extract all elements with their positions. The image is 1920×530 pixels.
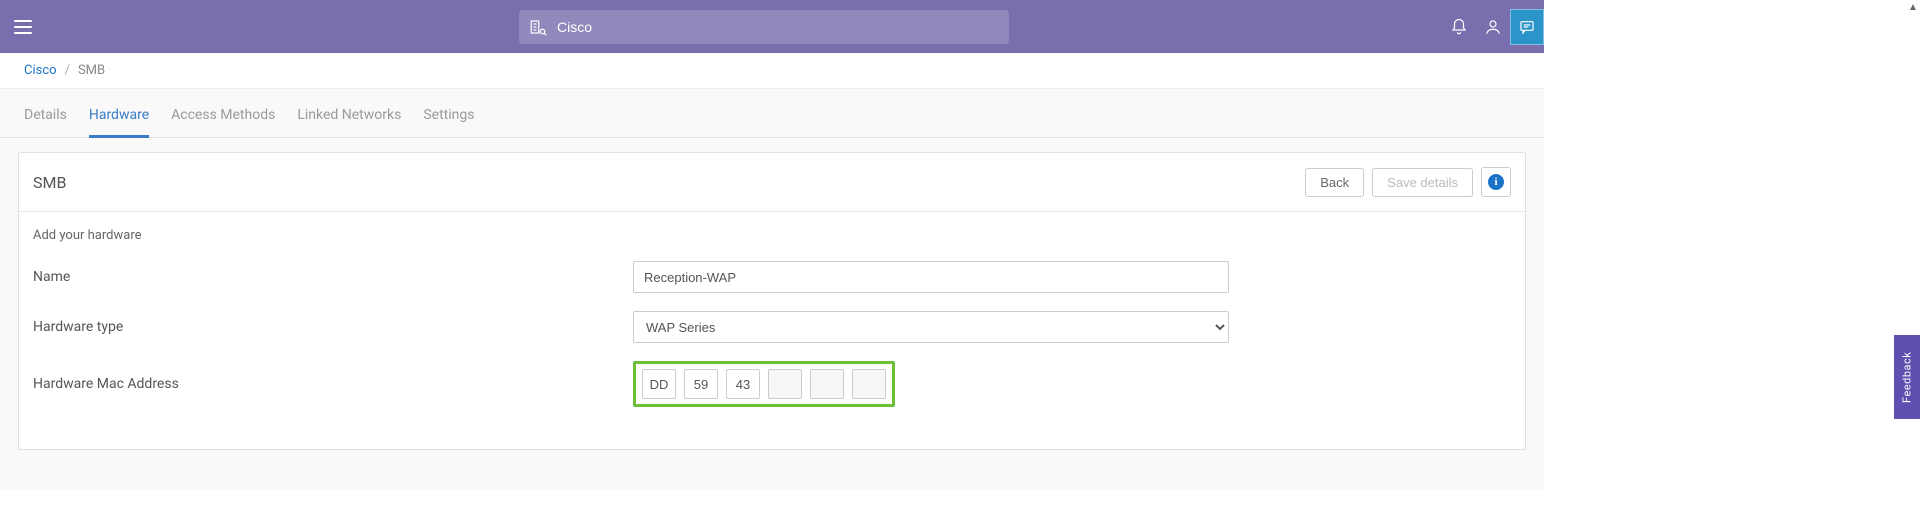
tab-settings[interactable]: Settings xyxy=(423,107,474,137)
user-icon[interactable] xyxy=(1476,0,1510,53)
top-bar xyxy=(0,0,1544,53)
tab-bar: Details Hardware Access Methods Linked N… xyxy=(0,89,1544,138)
breadcrumb: Cisco / SMB xyxy=(0,53,1544,89)
back-button[interactable]: Back xyxy=(1305,168,1364,197)
info-button[interactable]: i xyxy=(1481,167,1511,197)
feedback-tab[interactable]: Feedback xyxy=(1894,335,1920,419)
tab-details[interactable]: Details xyxy=(24,107,67,137)
hardware-type-select[interactable]: WAP Series xyxy=(633,311,1229,343)
scroll-up-icon[interactable]: ▲ xyxy=(1906,0,1920,14)
mac-label: Hardware Mac Address xyxy=(33,376,633,392)
menu-icon[interactable] xyxy=(12,11,44,43)
name-input[interactable] xyxy=(633,261,1229,293)
mac-octet-2[interactable] xyxy=(684,369,718,399)
mac-octet-1[interactable] xyxy=(642,369,676,399)
search-input[interactable] xyxy=(557,19,999,35)
chat-icon[interactable] xyxy=(1510,9,1544,45)
mac-address-group xyxy=(633,361,895,407)
breadcrumb-sep: / xyxy=(65,63,70,78)
mac-octet-6[interactable] xyxy=(852,369,886,399)
mac-octet-4[interactable] xyxy=(768,369,802,399)
tab-access-methods[interactable]: Access Methods xyxy=(171,107,275,137)
mac-octet-5[interactable] xyxy=(810,369,844,399)
tab-hardware[interactable]: Hardware xyxy=(89,107,149,138)
section-subtitle: Add your hardware xyxy=(33,228,1511,243)
breadcrumb-current: SMB xyxy=(78,63,105,78)
building-search-icon xyxy=(529,18,547,36)
panel-title: SMB xyxy=(33,173,66,192)
mac-octet-3[interactable] xyxy=(726,369,760,399)
name-label: Name xyxy=(33,269,633,285)
bell-icon[interactable] xyxy=(1442,0,1476,53)
search-container xyxy=(519,10,1009,44)
tab-linked-networks[interactable]: Linked Networks xyxy=(297,107,401,137)
info-icon: i xyxy=(1488,174,1504,190)
panel: SMB Back Save details i Add your hardwar… xyxy=(18,152,1526,450)
breadcrumb-root[interactable]: Cisco xyxy=(24,63,57,78)
save-button[interactable]: Save details xyxy=(1372,168,1473,197)
type-label: Hardware type xyxy=(33,319,633,335)
